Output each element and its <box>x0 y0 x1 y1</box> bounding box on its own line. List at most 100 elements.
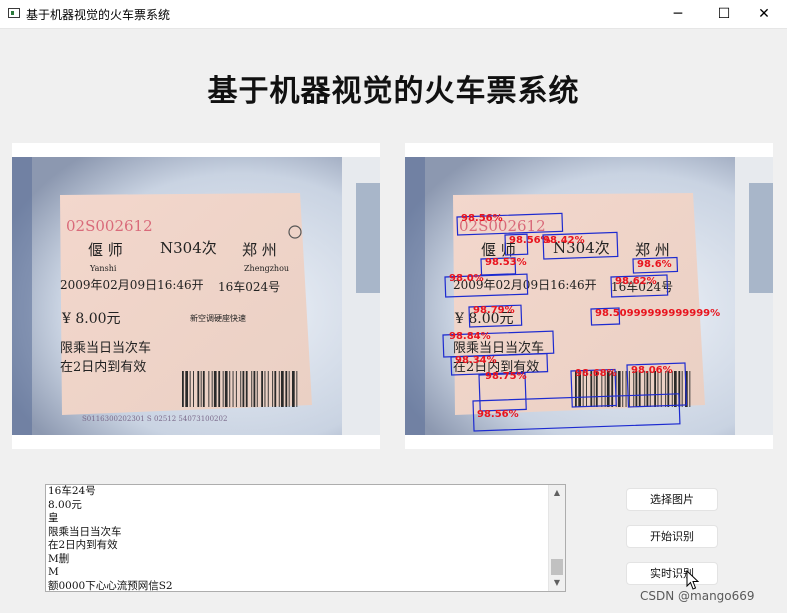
ticket-to-pinyin: Zhengzhou <box>244 264 289 273</box>
detection-confidence-label: 98.56% <box>461 213 503 224</box>
page-title: 基于机器视觉的火车票系统 <box>207 74 580 109</box>
barcode-bar <box>625 371 627 407</box>
barcode-bar <box>182 371 184 407</box>
detection-confidence-label: 98.06% <box>631 365 673 376</box>
app-icon <box>8 8 20 18</box>
barcode-bar <box>267 371 269 407</box>
barcode-bar <box>272 371 274 407</box>
output-line: 在2日内到有效 <box>48 539 118 551</box>
barcode-bar <box>232 371 234 407</box>
detection-confidence-label: 98.68% <box>575 368 617 379</box>
ticket-seat: 16车024号 <box>218 279 280 294</box>
close-icon[interactable]: ✕ <box>741 0 787 28</box>
barcode-bar <box>213 371 217 407</box>
output-text: 16车24号 8.00元 皇 限乘当日当次车 在2日内到有效 M删 M 额000… <box>48 485 173 593</box>
barcode-bar <box>628 371 630 407</box>
start-recognition-button[interactable]: 开始识别 <box>626 525 718 548</box>
output-line: 16车24号 <box>48 485 96 497</box>
barcode-bar <box>665 371 667 407</box>
vertical-scrollbar[interactable]: ▲ ▼ <box>548 485 565 591</box>
barcode-bar <box>185 371 188 407</box>
window-titlebar: 基于机器视觉的火车票系统 ─ ☐ ✕ <box>0 0 787 29</box>
barcode-bar <box>689 371 691 407</box>
ticket-to: 郑 州 <box>242 241 277 259</box>
barcode-bar <box>274 371 277 407</box>
detection-confidence-label: 98.62% <box>615 276 657 287</box>
barcode-bar <box>235 371 237 407</box>
barcode-bar <box>211 371 213 407</box>
result-ticket-to: 郑 州 <box>635 241 670 259</box>
barcode-bar <box>292 371 295 407</box>
realtime-recognition-button[interactable]: 实时识别 <box>626 562 718 585</box>
barcode-bar <box>222 371 224 407</box>
barcode-bar <box>189 371 191 407</box>
select-image-button[interactable]: 选择图片 <box>626 488 718 511</box>
barcode-bar <box>288 371 290 407</box>
barcode-bar <box>245 371 248 407</box>
detection-confidence-label: 98.56% <box>477 409 519 420</box>
barcode-bar <box>674 371 677 407</box>
detection-confidence-label: 98.0% <box>449 273 484 284</box>
ticket-serial: S0116300202301 S 02512 54073100202 <box>82 415 227 423</box>
barcode-bar <box>251 371 253 407</box>
barcode-bar <box>240 371 242 407</box>
detection-confidence-label: 98.84% <box>449 331 491 342</box>
output-line: 额0000下心心流预网信S2 <box>48 579 173 592</box>
ticket-notice-2: 在2日内到有效 <box>60 359 146 375</box>
barcode-bar <box>296 371 298 407</box>
barcode-bar <box>197 371 200 407</box>
window-title: 基于机器视觉的火车票系统 <box>26 8 171 22</box>
barcode-bar <box>281 371 284 407</box>
barcode-bar <box>638 371 641 407</box>
barcode-bar <box>681 371 683 407</box>
detection-confidence-label: 98.6% <box>637 259 672 270</box>
barcode-bar <box>253 371 256 407</box>
barcode-bar <box>224 371 228 407</box>
barcode-bar <box>654 371 656 407</box>
watermark: CSDN @mango669 <box>640 589 755 603</box>
original-ticket-image: 02S002612 偃 师 N304次 郑 州 Yanshi Zhengzhou… <box>12 157 380 435</box>
barcode-bar <box>633 371 635 407</box>
recognition-output-textbox[interactable]: 16车24号 8.00元 皇 限乘当日当次车 在2日内到有效 M删 M 额000… <box>45 484 566 592</box>
barcode-bar <box>218 371 221 407</box>
detection-confidence-label: 98.34% <box>455 355 497 366</box>
output-line: 限乘当日当次车 <box>48 525 122 538</box>
barcode-bar <box>671 371 673 407</box>
scrollbar-thumb[interactable] <box>551 559 563 575</box>
barcode-bar <box>261 371 263 407</box>
detection-confidence-label: 98.75% <box>485 371 527 382</box>
mouse-cursor-icon <box>686 570 700 590</box>
barcode-bar <box>242 371 245 407</box>
barcode-bar <box>229 371 231 407</box>
barcode-bar <box>193 371 194 407</box>
detection-confidence-label: 98.50999999999999% <box>595 308 720 319</box>
ticket-from: 偃 师 <box>88 241 123 259</box>
barcode-bar <box>657 371 659 407</box>
detection-confidence-label: 98.42% <box>543 235 585 246</box>
barcode-bar <box>264 371 266 407</box>
original-image-panel: 02S002612 偃 师 N304次 郑 州 Yanshi Zhengzhou… <box>12 143 380 449</box>
ticket-notice-1: 限乘当日当次车 <box>60 340 151 356</box>
detection-image-panel: 02S002612 偃 师 N304次 郑 州 2009年02月09日16:46… <box>405 143 773 449</box>
output-line: 8.00元 <box>48 498 82 511</box>
output-line: 皇 <box>48 512 59 524</box>
ticket-train: N304次 <box>160 239 217 257</box>
barcode-bar <box>208 371 210 407</box>
barcode-bar <box>646 371 649 407</box>
output-line: M删 <box>48 552 70 565</box>
barcode-bar <box>635 371 638 407</box>
barcode-bar <box>617 371 621 407</box>
ticket-from-pinyin: Yanshi <box>89 264 117 273</box>
ticket-price: ¥ 8.00元 <box>61 311 121 327</box>
detection-confidence-label: 98.79% <box>473 305 515 316</box>
barcode-bar <box>200 371 202 407</box>
barcode-bar <box>285 371 288 407</box>
output-line: M <box>48 566 59 578</box>
scroll-up-icon[interactable]: ▲ <box>549 485 565 501</box>
minimize-icon[interactable]: ─ <box>655 0 701 28</box>
detection-result-image: 02S002612 偃 师 N304次 郑 州 2009年02月09日16:46… <box>405 157 773 435</box>
barcode-bar <box>278 371 280 407</box>
scroll-down-icon[interactable]: ▼ <box>549 575 565 591</box>
ticket-code: 02S002612 <box>66 217 153 235</box>
barcode-bar <box>667 371 670 407</box>
